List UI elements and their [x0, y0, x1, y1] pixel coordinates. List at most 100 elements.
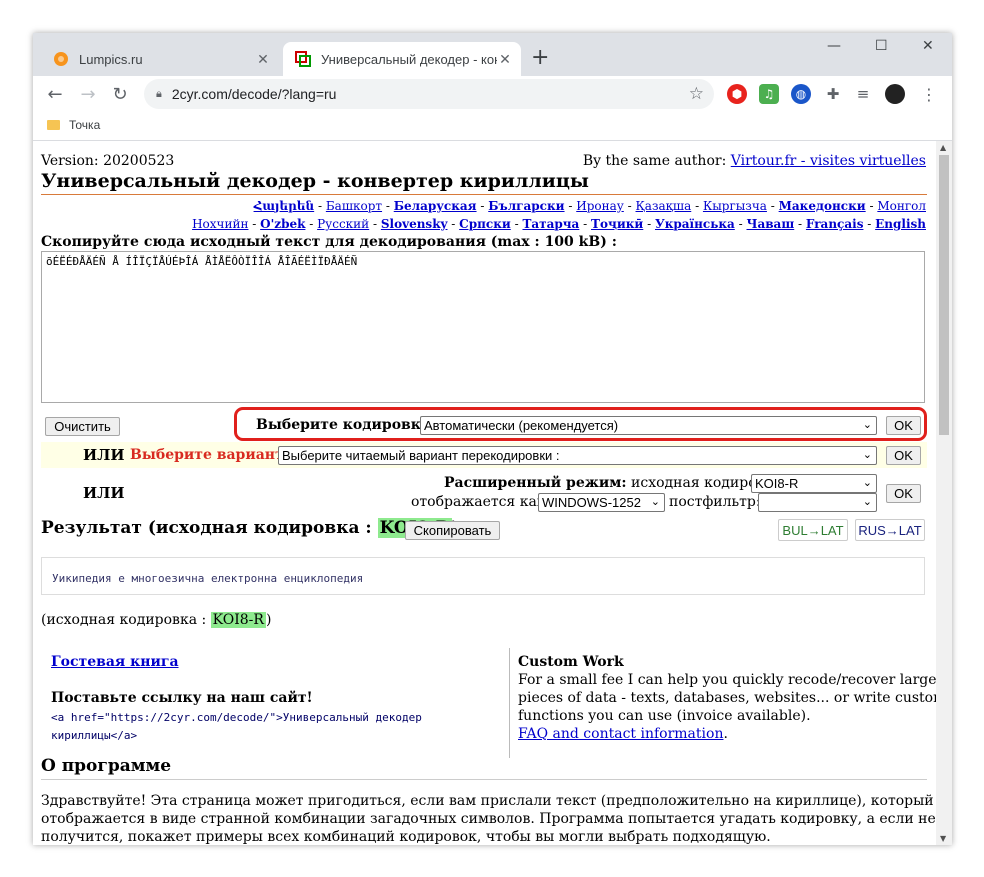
bookmark-label: Точка [69, 118, 101, 132]
adblock-icon[interactable]: ⬢ [727, 84, 747, 104]
tab-decoder[interactable]: Универсальный декодер - конв ✕ [283, 42, 521, 76]
copy-button[interactable]: Скопировать [405, 521, 500, 540]
encoding-ok-button[interactable]: OK [886, 416, 921, 435]
reload-icon[interactable]: ↻ [108, 82, 132, 106]
lang-separator: - [643, 217, 655, 231]
lang-separator: - [734, 217, 747, 231]
lumpics-favicon-icon [53, 51, 69, 67]
about-divider [41, 779, 927, 780]
encoding-note-suffix: ) [265, 612, 272, 628]
variant-ok-button[interactable]: OK [886, 446, 921, 465]
postfilter-select[interactable]: ⌄ [758, 493, 877, 512]
maximize-icon[interactable]: ☐ [875, 38, 888, 54]
lang-separator: - [369, 217, 381, 231]
language-link[interactable]: Татарча [522, 217, 579, 231]
advanced-ok-button[interactable]: OK [886, 484, 921, 503]
bul-lat-button[interactable]: BUL→LAT [778, 519, 848, 541]
variant-select[interactable]: Выберите читаемый вариант перекодировки … [278, 446, 877, 465]
language-link[interactable]: Нохчийн [192, 217, 248, 231]
back-icon[interactable]: ← [43, 82, 67, 106]
variant-value: Выберите читаемый вариант перекодировки … [282, 448, 560, 463]
browser-window: Lumpics.ru ✕ Универсальный декодер - кон… [33, 33, 952, 845]
guestbook-link[interactable]: Гостевая книга [51, 654, 179, 670]
language-link[interactable]: Кыргызча [703, 199, 767, 213]
language-link[interactable]: Чаваш [746, 217, 794, 231]
avatar[interactable] [885, 84, 905, 104]
tab-title: Универсальный декодер - конв [321, 51, 497, 67]
music-extension-icon[interactable]: ♫ [759, 84, 779, 104]
same-author-label: By the same author: [582, 153, 727, 169]
faq-link[interactable]: FAQ and contact information [518, 726, 723, 742]
scrollbar-thumb[interactable] [939, 155, 949, 435]
rus-lat-button[interactable]: RUS→LAT [855, 519, 925, 541]
custom-work-title: Custom Work [518, 654, 624, 670]
minimize-icon[interactable]: — [827, 38, 841, 54]
display-as-select[interactable]: WINDOWS-1252 ⌄ [538, 493, 665, 512]
browser-toolbar: ← → ↻ 🔒︎ 2cyr.com/decode/?lang=ru ☆ ⬢ ♫ … [33, 76, 952, 112]
lang-separator: - [305, 217, 318, 231]
language-link[interactable]: Башкорт [326, 199, 382, 213]
language-link[interactable]: Slovensky [381, 217, 448, 231]
media-control-icon[interactable]: ≡ [853, 84, 873, 104]
lang-separator: - [865, 199, 878, 213]
source-text-input[interactable] [41, 251, 925, 403]
encoding-note-prefix: (исходная кодировка : [41, 612, 207, 628]
language-link[interactable]: Иронау [576, 199, 624, 213]
vpn-extension-icon[interactable]: ◍ [791, 84, 811, 104]
menu-kebab-icon[interactable]: ⋮ [919, 84, 939, 104]
language-link[interactable]: O'zbek [260, 217, 305, 231]
bookmark-item[interactable]: Точка [47, 118, 100, 132]
folder-icon [47, 120, 60, 130]
close-tab-icon[interactable]: ✕ [497, 51, 513, 68]
lang-separator: - [382, 199, 394, 213]
scroll-down-icon[interactable]: ▼ [940, 834, 946, 843]
link-code-line-2[interactable]: кириллицы</a> [51, 729, 137, 742]
page-title: Универсальный декодер - конвертер кирилл… [41, 170, 589, 192]
lang-separator: - [447, 217, 460, 231]
language-link[interactable]: Беларуская [394, 199, 477, 213]
language-link[interactable]: Français [806, 217, 864, 231]
language-link[interactable]: Հայերեն [254, 199, 315, 213]
extensions-puzzle-icon[interactable]: ✚ [823, 84, 843, 104]
language-link[interactable]: Македонски [779, 199, 866, 213]
language-link[interactable]: Български [488, 199, 564, 213]
variant-label: Выберите вариант : [130, 447, 294, 463]
lang-separator: - [510, 217, 523, 231]
close-window-icon[interactable]: ✕ [922, 38, 934, 54]
language-link[interactable]: Українська [655, 217, 735, 231]
source-encoding-select[interactable]: KOI8-R ⌄ [751, 474, 877, 493]
clear-button[interactable]: Очистить [45, 417, 120, 436]
postfilter-label: постфильтр: [669, 494, 761, 510]
bookmark-star-icon[interactable]: ☆ [689, 84, 704, 104]
new-tab-icon[interactable]: + [531, 47, 549, 69]
chevron-down-icon: ⌄ [862, 419, 872, 431]
scroll-up-icon[interactable]: ▲ [940, 143, 946, 152]
close-tab-icon[interactable]: ✕ [255, 51, 271, 68]
result-text: Уикипедия е многоезична електронна енцик… [52, 572, 364, 585]
about-text-3: получится, покажет примеры всех комбинац… [41, 829, 771, 845]
tab-lumpics[interactable]: Lumpics.ru ✕ [41, 42, 279, 76]
advanced-mode: Расширенный режим: исходная кодировка: [444, 475, 786, 491]
language-link[interactable]: Қазақша [636, 199, 692, 213]
language-link[interactable]: Монгол [877, 199, 926, 213]
result-output[interactable]: Уикипедия е многоезична електронна енцик… [41, 557, 925, 595]
virtour-link[interactable]: Virtour.fr - visites virtuelles [731, 153, 926, 169]
link-code-line-1[interactable]: <a href="https://2cyr.com/decode/">Униве… [51, 711, 422, 724]
lang-separator: - [863, 217, 876, 231]
about-text-1: Здравствуйте! Эта страница может пригоди… [41, 793, 934, 809]
page-scrollbar[interactable]: ▲ ▼ [936, 141, 952, 845]
encoding-value: Автоматически (рекомендуется) [424, 418, 619, 433]
chevron-down-icon: ⌄ [862, 449, 872, 461]
language-link[interactable]: Русский [317, 217, 369, 231]
lock-icon: 🔒︎ [156, 87, 162, 100]
language-link[interactable]: English [875, 217, 926, 231]
result-heading: Результат (исходная кодировка : KOI8-R) [41, 518, 460, 538]
forward-icon[interactable]: → [76, 82, 100, 106]
encoding-select[interactable]: Автоматически (рекомендуется) ⌄ [420, 416, 877, 435]
tab-strip: Lumpics.ru ✕ Универсальный декодер - кон… [33, 33, 952, 76]
bookmarks-bar: Точка [33, 112, 952, 141]
language-link[interactable]: Српски [459, 217, 511, 231]
advanced-label: Расширенный режим: [444, 475, 627, 491]
address-bar[interactable]: 🔒︎ 2cyr.com/decode/?lang=ru ☆ [144, 79, 714, 109]
language-link[interactable]: Тоҷикӣ [591, 217, 643, 231]
